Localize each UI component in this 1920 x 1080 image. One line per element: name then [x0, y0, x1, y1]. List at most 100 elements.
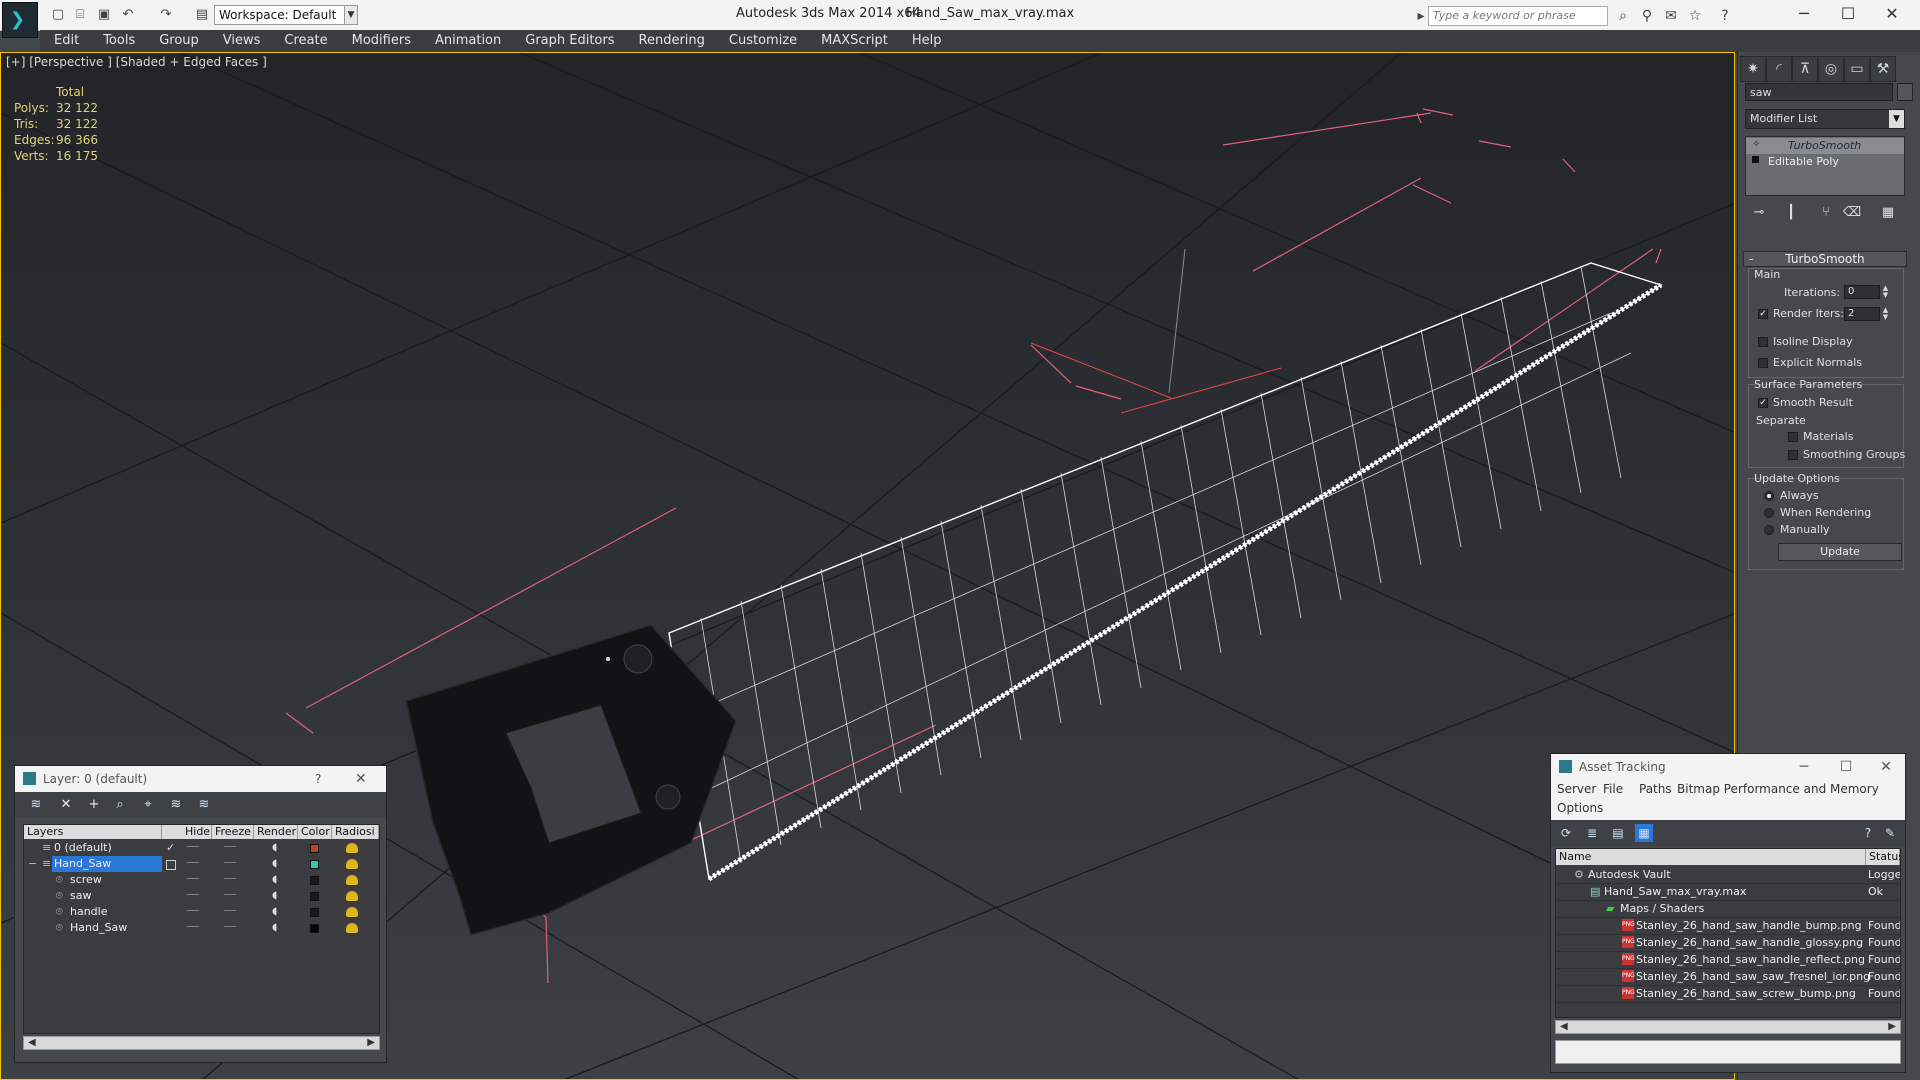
collapse-icon[interactable]: − [28, 856, 37, 872]
smoothing-groups-checkbox[interactable] [1788, 450, 1798, 460]
settings-icon[interactable]: ✎ [1881, 824, 1899, 842]
freeze-toggle[interactable]: ── [224, 920, 236, 936]
workspace-select[interactable]: Workspace: Default [214, 5, 356, 25]
hide-toggle[interactable]: ── [187, 920, 199, 936]
menu-bitmap-performance[interactable]: Bitmap Performance and Memory [1677, 782, 1879, 796]
menu-edit[interactable]: Edit [40, 30, 91, 52]
undo-icon[interactable]: ↶ [120, 7, 136, 23]
spinner-arrows-icon[interactable]: ▲ ▼ [1881, 307, 1890, 321]
subscription-icon[interactable]: ⚲ [1638, 7, 1656, 25]
menu-graph-editors[interactable]: Graph Editors [513, 30, 626, 52]
search-input[interactable]: Type a keyword or phrase [1428, 6, 1608, 26]
asset-window-titlebar[interactable]: Asset Tracking ─ ☐ ✕ [1551, 754, 1905, 780]
help-icon[interactable]: ? [315, 766, 321, 792]
list-view-icon[interactable]: ≣ [1583, 824, 1601, 842]
hide-toggle[interactable]: ── [187, 840, 199, 856]
stack-item-turbosmooth[interactable]: TurboSmooth [1746, 138, 1904, 154]
layer-row[interactable]: ⌾ Hand_Saw ── ── ◖ [24, 920, 379, 936]
communication-icon[interactable]: ✉ [1662, 7, 1680, 25]
render-teapot-icon[interactable]: ◖ [272, 888, 277, 904]
freeze-toggle[interactable]: ── [224, 856, 236, 872]
scroll-right-icon[interactable]: ▶ [1888, 1021, 1896, 1032]
menu-file[interactable]: File [1603, 782, 1623, 796]
col-freeze[interactable]: Freeze [212, 825, 254, 839]
render-teapot-icon[interactable]: ◖ [272, 856, 277, 872]
col-status[interactable]: Status [1866, 849, 1900, 865]
render-iters-spinner[interactable]: 2 [1844, 307, 1880, 321]
layer-color-swatch[interactable] [310, 844, 319, 853]
hide-toggle[interactable]: ── [187, 856, 199, 872]
set-current-box[interactable] [166, 860, 176, 870]
menu-group[interactable]: Group [147, 30, 211, 52]
col-radiosity[interactable]: Radiosi [332, 825, 379, 839]
menu-animation[interactable]: Animation [423, 30, 513, 52]
asset-row[interactable]: PNG Stanley_26_hand_saw_saw_fresnel_ior.… [1556, 968, 1900, 986]
hierarchy-tab-icon[interactable]: ⊼ [1792, 56, 1818, 82]
maximize-icon[interactable]: ☐ [1829, 754, 1863, 780]
close-icon[interactable]: ✕ [1869, 754, 1903, 780]
spinner-arrows-icon[interactable]: ▲ ▼ [1881, 285, 1890, 299]
freeze-toggle[interactable]: ── [224, 904, 236, 920]
menu-modifiers[interactable]: Modifiers [340, 30, 423, 52]
asset-row[interactable]: ▤ Hand_Saw_max_vray.max Ok [1556, 883, 1900, 901]
hide-toggle[interactable]: ── [187, 904, 199, 920]
layer-row[interactable]: − ≡ Hand_Saw ── ── ◖ [24, 856, 379, 872]
hide-toggle[interactable]: ── [187, 872, 199, 888]
maximize-icon[interactable]: ☐ [1826, 2, 1870, 26]
hide-toggle[interactable]: ── [187, 888, 199, 904]
menu-rendering[interactable]: Rendering [627, 30, 717, 52]
minimize-icon[interactable]: ─ [1787, 754, 1821, 780]
show-end-result-icon[interactable]: ┃ [1781, 204, 1801, 222]
scroll-left-icon[interactable]: ◀ [28, 1037, 36, 1048]
project-folder-icon[interactable]: ▤ [194, 7, 210, 23]
close-icon[interactable]: ✕ [1870, 2, 1914, 26]
display-tab-icon[interactable]: ▭ [1844, 56, 1870, 82]
freeze-all-layers-icon[interactable]: ≋ [195, 796, 213, 814]
layer-color-swatch[interactable] [310, 908, 319, 917]
help-icon[interactable]: ? [1859, 824, 1877, 842]
radiosity-icon[interactable] [346, 891, 358, 901]
modifier-list-dropdown[interactable]: Modifier List [1745, 109, 1905, 129]
asset-row[interactable]: PNG Stanley_26_hand_saw_screw_bump.png F… [1556, 985, 1900, 1003]
refresh-icon[interactable]: ⟳ [1557, 824, 1575, 842]
radiosity-icon[interactable] [346, 859, 358, 869]
menu-tools[interactable]: Tools [91, 30, 147, 52]
update-button[interactable]: Update [1778, 543, 1902, 561]
asset-horizontal-scrollbar[interactable]: ◀ ▶ [1555, 1020, 1901, 1034]
asset-row[interactable]: ⚙ Autodesk Vault Logge [1556, 866, 1900, 884]
modify-tab-icon[interactable]: ◜ [1766, 56, 1792, 82]
col-hide[interactable]: Hide [182, 825, 212, 839]
menu-customize[interactable]: Customize [717, 30, 809, 52]
radiosity-icon[interactable] [346, 875, 358, 885]
freeze-toggle[interactable]: ── [224, 840, 236, 856]
materials-checkbox[interactable] [1788, 432, 1798, 442]
layer-horizontal-scrollbar[interactable]: ◀ ▶ [23, 1036, 380, 1050]
new-file-icon[interactable]: ▢ [50, 7, 66, 23]
add-to-layer-icon[interactable]: + [85, 796, 103, 814]
minimize-icon[interactable]: ─ [1782, 2, 1826, 26]
redo-icon[interactable]: ↷ [158, 7, 174, 23]
current-layer-check-icon[interactable]: ✓ [166, 840, 175, 856]
asset-path-field[interactable] [1555, 1040, 1901, 1064]
when-rendering-radio[interactable] [1764, 508, 1774, 518]
freeze-toggle[interactable]: ── [224, 888, 236, 904]
radiosity-icon[interactable] [346, 843, 358, 853]
asset-row[interactable]: PNG Stanley_26_hand_saw_handle_glossy.pn… [1556, 934, 1900, 952]
hide-all-layers-icon[interactable]: ≋ [167, 796, 185, 814]
menu-create[interactable]: Create [272, 30, 339, 52]
light-bulb-icon[interactable]: ✧ [1752, 139, 1760, 150]
expand-box-icon[interactable] [1752, 156, 1759, 163]
scroll-right-icon[interactable]: ▶ [367, 1037, 375, 1048]
asset-row[interactable]: PNG Stanley_26_hand_saw_handle_reflect.p… [1556, 951, 1900, 969]
open-file-icon[interactable]: ⌸ [72, 7, 88, 23]
menu-maxscript[interactable]: MAXScript [809, 30, 900, 52]
asset-row[interactable]: ▰ Maps / Shaders [1556, 900, 1900, 918]
always-radio[interactable] [1764, 491, 1774, 501]
layer-row[interactable]: ⌾ saw ── ── ◖ [24, 888, 379, 904]
layer-row[interactable]: ⌾ handle ── ── ◖ [24, 904, 379, 920]
create-tab-icon[interactable]: ✷ [1740, 56, 1766, 82]
menu-help[interactable]: Help [900, 30, 954, 52]
object-name-field[interactable]: saw [1745, 83, 1893, 101]
explicit-normals-checkbox[interactable] [1758, 358, 1768, 368]
render-teapot-icon[interactable]: ◖ [272, 904, 277, 920]
